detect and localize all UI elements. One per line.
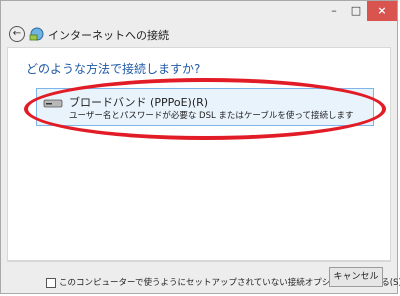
maximize-button[interactable]: □ [345, 1, 367, 21]
show-options-checkbox[interactable] [46, 277, 56, 288]
option-broadband-pppoe[interactable]: ブロードバンド (PPPoE)(R) ユーザー名とパスワードが必要な DSL ま… [36, 88, 374, 126]
modem-icon [43, 99, 63, 108]
question-heading: どのような方法で接続しますか? [26, 62, 201, 76]
minimize-button[interactable]: – [323, 1, 345, 21]
content-panel: どのような方法で接続しますか? ブロードバンド (PPPoE)(R) ユーザー名… [7, 47, 400, 288]
option-title: ブロードバンド (PPPoE)(R) [69, 96, 209, 109]
network-connection-icon [29, 27, 44, 41]
title-bar: – □ × [1, 1, 397, 23]
dialog-title: インターネットへの接続 [48, 29, 169, 42]
cancel-button[interactable]: キャンセル [329, 267, 383, 287]
dialog-window: – □ × ← インターネットへの接続 どのような方法で接続しますか? ブロード… [0, 0, 400, 294]
footer-divider [7, 261, 391, 262]
header-row: ← インターネットへの接続 [1, 23, 397, 45]
close-button[interactable]: × [367, 1, 397, 21]
back-button[interactable]: ← [9, 26, 25, 42]
option-description: ユーザー名とパスワードが必要な DSL またはケーブルを使って接続します [69, 111, 354, 121]
